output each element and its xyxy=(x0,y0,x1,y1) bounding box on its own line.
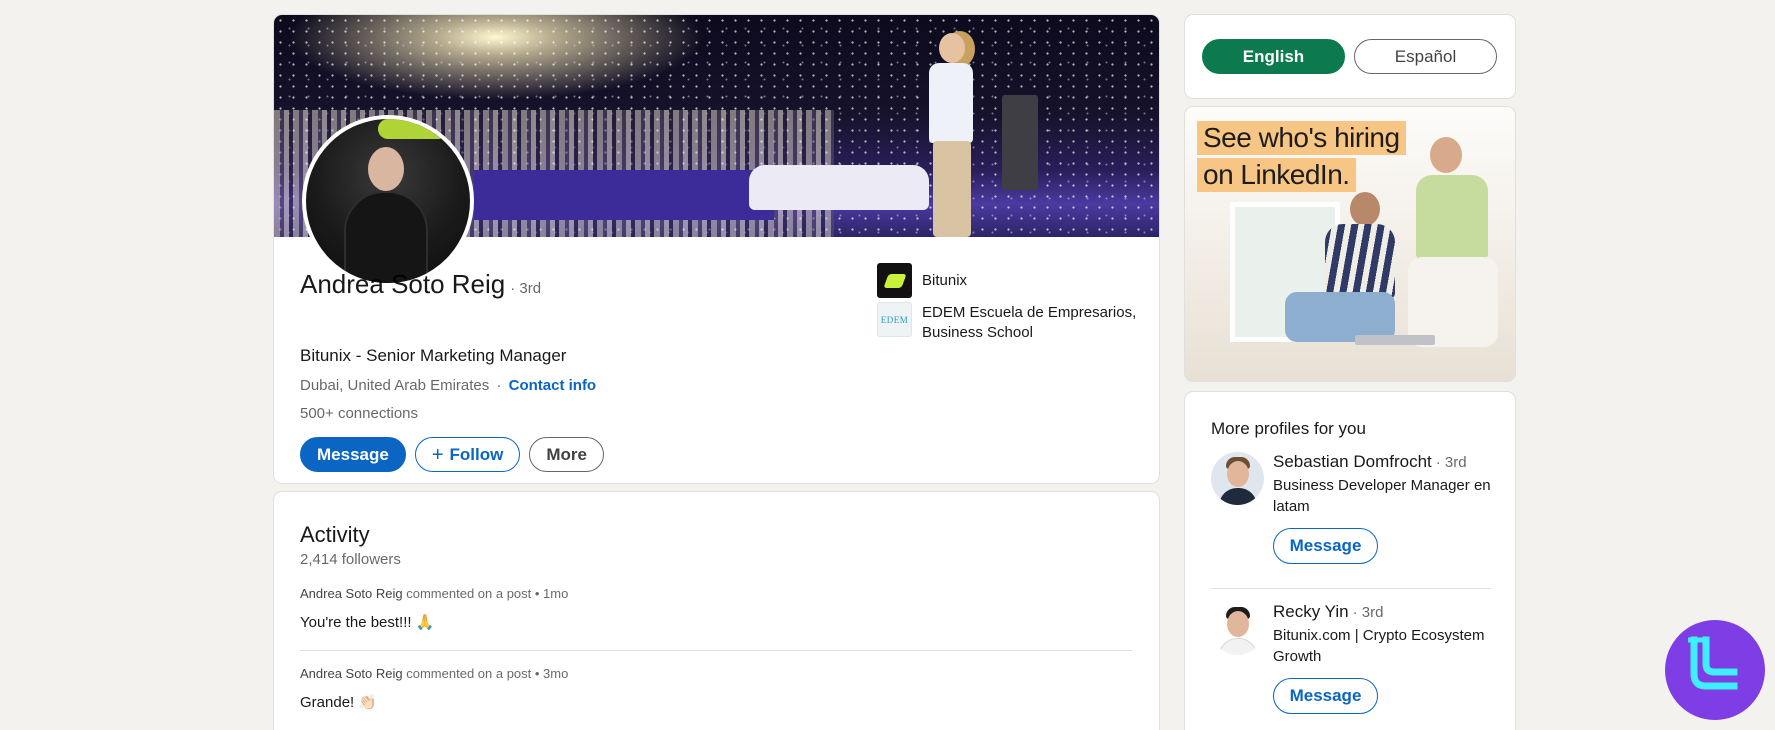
profile-headline: Business Developer Manager en latam xyxy=(1273,477,1491,515)
org-item-edem[interactable]: EDEM EDEM Escuela de Empresarios, Busine… xyxy=(877,302,1142,343)
message-button[interactable]: Message xyxy=(300,437,406,472)
activity-card: Activity 2,414 followers Andrea Soto Rei… xyxy=(273,491,1160,730)
org-name: EDEM Escuela de Empresarios, Business Sc… xyxy=(922,304,1137,341)
profile-name: Andrea Soto Reig xyxy=(300,269,506,299)
profile-name-row: Andrea Soto Reig · 3rd xyxy=(300,269,541,300)
more-button[interactable]: More xyxy=(529,437,604,472)
profile-name[interactable]: Recky Yin xyxy=(1273,602,1349,622)
more-button-label: More xyxy=(546,444,587,464)
bitunix-logo-icon xyxy=(877,263,912,298)
activity-title: Activity xyxy=(300,522,370,547)
connection-degree: · 3rd xyxy=(1352,604,1384,621)
separator-dot: · xyxy=(496,377,502,394)
profile-headline: Bitunix - Senior Marketing Manager xyxy=(300,346,567,365)
contact-info-link[interactable]: Contact info xyxy=(509,377,597,394)
divider xyxy=(300,650,1132,651)
post-meta: Andrea Soto Reig commented on a post • 3… xyxy=(300,666,1132,681)
activity-post[interactable]: Andrea Soto Reig commented on a post • 3… xyxy=(300,666,1132,711)
profile-info: Recky Yin · 3rd Bitunix.com | Crypto Eco… xyxy=(1273,602,1503,714)
hiring-ad[interactable]: See who's hiring on LinkedIn. xyxy=(1184,106,1516,382)
language-switcher: English Español xyxy=(1202,39,1497,74)
language-spanish-button[interactable]: Español xyxy=(1354,39,1497,74)
post-author[interactable]: Andrea Soto Reig xyxy=(300,666,403,681)
profile-card: Andrea Soto Reig · 3rd Bitunix - Senior … xyxy=(273,14,1160,484)
language-english-button[interactable]: English xyxy=(1202,39,1345,74)
post-text: You're the best!!! 🙏 xyxy=(300,614,435,631)
avatar[interactable] xyxy=(1211,602,1264,655)
post-text: Grande! 👏🏻 xyxy=(300,694,378,711)
location-row: Dubai, United Arab Emirates · Contact in… xyxy=(300,377,596,394)
connections-count[interactable]: 500+ connections xyxy=(300,405,418,422)
profile-info: Sebastian Domfrocht · 3rd Business Devel… xyxy=(1273,452,1503,564)
more-profiles-title: More profiles for you xyxy=(1211,419,1366,438)
post-action: commented on a post • 1mo xyxy=(406,586,569,601)
follow-button[interactable]: + Follow xyxy=(414,437,521,472)
ad-line-1: See who's hiring xyxy=(1197,121,1406,155)
profile-actions: Message + Follow More xyxy=(300,437,604,472)
profile-photo[interactable] xyxy=(302,115,474,287)
avatar[interactable] xyxy=(1211,452,1264,505)
ad-line-2: on LinkedIn. xyxy=(1197,158,1356,192)
ad-headline: See who's hiring on LinkedIn. xyxy=(1197,121,1406,195)
follow-button-label: Follow xyxy=(449,444,504,464)
connection-degree: · 3rd xyxy=(1435,454,1467,471)
org-item-bitunix[interactable]: Bitunix xyxy=(877,263,967,298)
post-action: commented on a post • 3mo xyxy=(406,666,569,681)
watermark-logo-icon xyxy=(1665,620,1765,720)
followers-count: 2,414 followers xyxy=(300,551,401,568)
connection-degree: · 3rd xyxy=(510,280,542,297)
profile-location: Dubai, United Arab Emirates xyxy=(300,377,490,394)
more-profiles-card: More profiles for you Sebastian Domfroch… xyxy=(1184,391,1516,730)
message-button[interactable]: Message xyxy=(1273,678,1378,714)
post-meta: Andrea Soto Reig commented on a post • 1… xyxy=(300,586,1132,601)
post-author[interactable]: Andrea Soto Reig xyxy=(300,586,403,601)
org-name: Bitunix xyxy=(922,272,968,289)
edem-logo-icon: EDEM xyxy=(877,302,912,337)
plus-icon: + xyxy=(431,443,444,466)
profile-name[interactable]: Sebastian Domfrocht xyxy=(1273,452,1432,472)
profile-headline: Bitunix.com | Crypto Ecosystem Growth xyxy=(1273,627,1485,665)
language-card: English Español xyxy=(1184,14,1516,99)
laptop-illustration xyxy=(1355,335,1435,345)
activity-post[interactable]: Andrea Soto Reig commented on a post • 1… xyxy=(300,586,1132,631)
divider xyxy=(1211,588,1491,589)
message-button-label: Message xyxy=(317,444,389,464)
message-button[interactable]: Message xyxy=(1273,528,1378,564)
